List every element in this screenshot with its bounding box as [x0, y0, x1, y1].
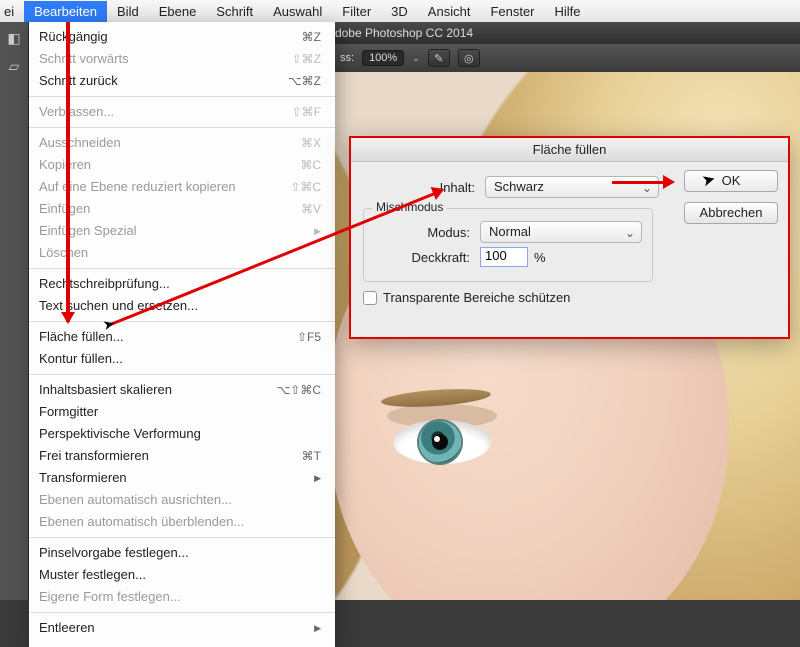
opacity-unit: %: [534, 250, 546, 265]
menu-item[interactable]: Perspektivische Verformung: [29, 423, 335, 445]
menu-item[interactable]: Transformieren: [29, 467, 335, 489]
menu-item-label: Schritt vorwärts: [39, 50, 129, 68]
menu-item-filter[interactable]: Filter: [332, 1, 381, 22]
menu-item[interactable]: Pinselvorgabe festlegen...: [29, 542, 335, 564]
menu-item-partial[interactable]: ei: [0, 1, 24, 22]
content-select[interactable]: Schwarz: [485, 176, 659, 198]
zoom-value[interactable]: 100%: [362, 50, 404, 66]
menu-item-3d[interactable]: 3D: [381, 1, 418, 22]
dialog-title: Fläche füllen: [351, 138, 788, 162]
app-title: Adobe Photoshop CC 2014: [327, 26, 473, 40]
menu-item: Löschen: [29, 242, 335, 264]
menu-item: Schritt vorwärts ⇧⌘Z: [29, 48, 335, 70]
opacity-label: Deckkraft:: [374, 250, 474, 265]
menu-item-label: Perspektivische Verformung: [39, 425, 201, 443]
menu-item[interactable]: Schritt zurück ⌥⌘Z: [29, 70, 335, 92]
menu-item-label: Transformieren: [39, 469, 127, 487]
menu-item-label: Ebenen automatisch ausrichten...: [39, 491, 232, 509]
menu-item: Ausschneiden ⌘X: [29, 132, 335, 154]
mode-label: Modus:: [374, 225, 474, 240]
menu-item: Auf eine Ebene reduziert kopieren ⇧⌘C: [29, 176, 335, 198]
tool-icon[interactable]: ◧: [2, 26, 26, 50]
scrubby-zoom-icon[interactable]: ✎: [428, 49, 450, 67]
menu-item-shortcut: ⌥⇧⌘C: [276, 381, 321, 399]
menu-item-label: Muster festlegen...: [39, 566, 146, 584]
menu-item-label: Eigene Form festlegen...: [39, 588, 181, 606]
menu-item-label: Inhaltsbasiert skalieren: [39, 381, 172, 399]
tool-icon[interactable]: ▱: [2, 54, 26, 78]
system-menubar: ei Bearbeiten Bild Ebene Schrift Auswahl…: [0, 0, 800, 22]
menu-item-auswahl[interactable]: Auswahl: [263, 1, 332, 22]
menu-item-ebene[interactable]: Ebene: [149, 1, 207, 22]
menu-item-label: Kontur füllen...: [39, 350, 123, 368]
menu-item-shortcut: ⌘V: [301, 200, 321, 218]
menu-item-hilfe[interactable]: Hilfe: [545, 1, 591, 22]
menu-item[interactable]: Frei transformieren ⌘T: [29, 445, 335, 467]
opacity-input[interactable]: 100: [480, 247, 528, 267]
menu-item[interactable]: Formgitter: [29, 401, 335, 423]
menu-item[interactable]: Entleeren: [29, 617, 335, 639]
edit-menu-dropdown: Rückgängig ⌘Z Schritt vorwärts ⇧⌘Z Schritt z…: [29, 22, 335, 647]
menu-item-label: Pinselvorgabe festlegen...: [39, 544, 189, 562]
menu-item[interactable]: Fläche füllen...⇧F5: [29, 326, 335, 348]
menu-item[interactable]: Rechtschreibprüfung...: [29, 273, 335, 295]
menu-item-label: Ausschneiden: [39, 134, 121, 152]
menu-item[interactable]: Kontur füllen...: [29, 348, 335, 370]
menu-item-label: Löschen: [39, 244, 88, 262]
menu-item-label: Verblassen...: [39, 103, 114, 121]
menu-item: Kopieren ⌘C: [29, 154, 335, 176]
menu-item-label: Schritt zurück: [39, 72, 118, 90]
target-icon[interactable]: ◎: [458, 49, 480, 67]
menu-item[interactable]: Muster festlegen...: [29, 564, 335, 586]
fill-dialog: Fläche füllen Inhalt: Schwarz OK Abbrech…: [349, 136, 790, 339]
menu-item[interactable]: Text suchen und ersetzen...: [29, 295, 335, 317]
preserve-transparency-label: Transparente Bereiche schützen: [383, 290, 570, 305]
menu-item-bearbeiten[interactable]: Bearbeiten: [24, 1, 107, 22]
menu-item-shortcut: ⇧F5: [297, 328, 321, 346]
menu-item-shortcut: ⇧⌘Z: [292, 50, 321, 68]
menu-item-shortcut: ⌘C: [300, 156, 321, 174]
menu-item-shortcut: ⌥⌘Z: [288, 72, 321, 90]
blend-group: Mischmodus Modus: Normal Deckkraft: 100 …: [363, 208, 653, 282]
cancel-button[interactable]: Abbrechen: [684, 202, 778, 224]
menu-item: Eigene Form festlegen...: [29, 586, 335, 608]
menu-item: Ebenen automatisch ausrichten...: [29, 489, 335, 511]
menu-item: Einfügen ⌘V: [29, 198, 335, 220]
mode-select[interactable]: Normal: [480, 221, 642, 243]
menu-item-label: Text suchen und ersetzen...: [39, 297, 198, 315]
menu-item-label: Ebenen automatisch überblenden...: [39, 513, 244, 531]
ok-button[interactable]: OK: [684, 170, 778, 192]
menu-item-schrift[interactable]: Schrift: [206, 1, 263, 22]
menu-item-label: Einfügen Spezial: [39, 222, 137, 240]
menu-item[interactable]: Inhaltsbasiert skalieren ⌥⇧⌘C: [29, 379, 335, 401]
menu-item-label: Einfügen: [39, 200, 90, 218]
preserve-transparency-checkbox[interactable]: [363, 291, 377, 305]
menu-item-fenster[interactable]: Fenster: [480, 1, 544, 22]
menu-item-label: Entleeren: [39, 619, 95, 637]
menu-item: Verblassen... ⇧⌘F: [29, 101, 335, 123]
menu-item-label: Frei transformieren: [39, 447, 149, 465]
menu-item-label: Kopieren: [39, 156, 91, 174]
menu-item-shortcut: ⇧⌘F: [292, 103, 321, 121]
menu-item-label: Auf eine Ebene reduziert kopieren: [39, 178, 236, 196]
menu-item: Ebenen automatisch überblenden...: [29, 511, 335, 533]
menu-item-shortcut: ⌘X: [301, 134, 321, 152]
menu-item-bild[interactable]: Bild: [107, 1, 149, 22]
tool-panel: ◧ ▱: [0, 22, 29, 600]
menu-item-shortcut: ⌘Z: [302, 28, 321, 46]
menu-item-shortcut: ⇧⌘C: [290, 178, 321, 196]
menu-item-shortcut: ⌘T: [302, 447, 321, 465]
menu-item-label: Formgitter: [39, 403, 98, 421]
menu-item-label: Rückgängig: [39, 28, 108, 46]
zoom-label: ss:: [340, 52, 354, 64]
menu-item-ansicht[interactable]: Ansicht: [418, 1, 481, 22]
chevron-down-icon[interactable]: ⌄: [412, 53, 420, 64]
content-label: Inhalt:: [369, 180, 479, 195]
menu-item-label: Rechtschreibprüfung...: [39, 275, 170, 293]
blend-group-legend: Mischmodus: [372, 200, 447, 214]
menu-item[interactable]: Rückgängig ⌘Z: [29, 26, 335, 48]
menu-item: Einfügen Spezial: [29, 220, 335, 242]
